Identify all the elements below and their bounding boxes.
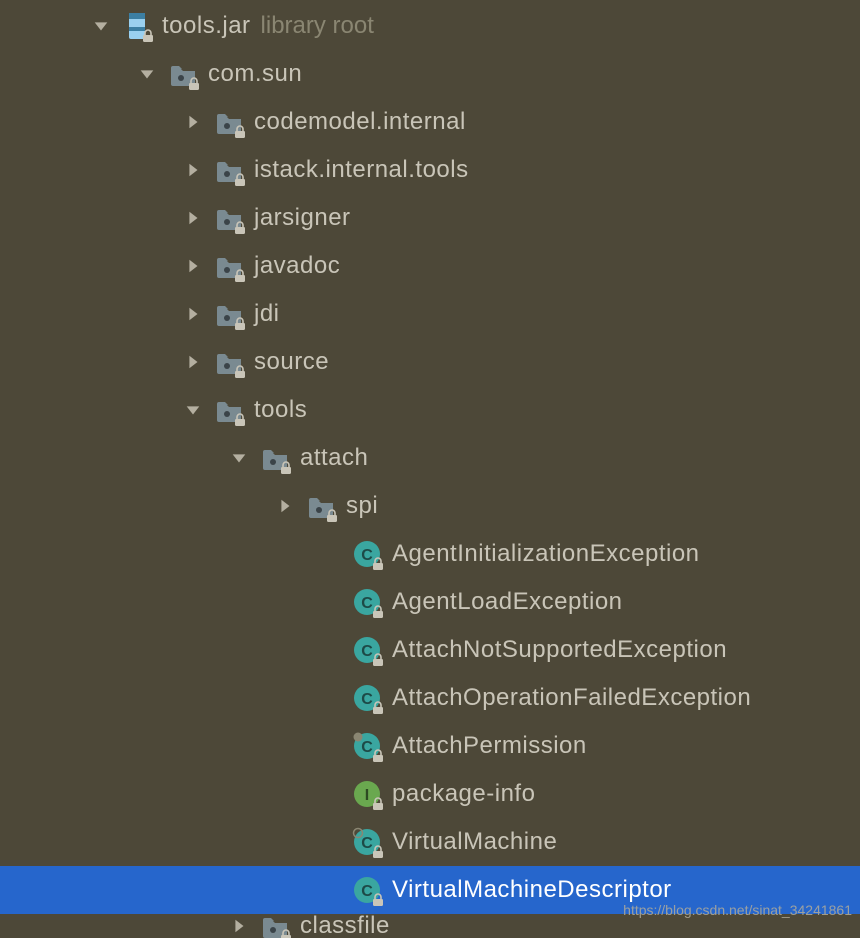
package-icon (214, 203, 244, 233)
watermark: https://blog.csdn.net/sinat_34241861 (623, 902, 852, 918)
tree-node-label: codemodel.internal (254, 108, 466, 136)
tree-node-label: jdi (254, 300, 280, 328)
package-icon (168, 59, 198, 89)
package-icon (214, 395, 244, 425)
tree-node-label: jarsigner (254, 204, 351, 232)
tree-node-suffix: library root (261, 12, 374, 40)
project-tree[interactable]: tools.jar library root com.sun codemodel.… (0, 0, 860, 938)
tree-node-label: spi (346, 492, 378, 520)
tree-node-label: istack.internal.tools (254, 156, 469, 184)
package-icon (260, 443, 290, 473)
jar-icon (122, 11, 152, 41)
tree-node-label: tools.jar (162, 12, 251, 40)
package-icon (214, 155, 244, 185)
package-icon (214, 251, 244, 281)
tree-node[interactable]: jarsigner (0, 194, 860, 242)
tree-node-label: com.sun (208, 60, 302, 88)
chevron-right-icon[interactable] (182, 111, 204, 133)
package-icon (260, 914, 290, 938)
class-final-icon: C (352, 731, 382, 761)
class-icon: C (352, 635, 382, 665)
interface-icon: I (352, 779, 382, 809)
package-icon (214, 347, 244, 377)
class-icon: C (352, 539, 382, 569)
class-abstract-icon: C (352, 827, 382, 857)
tree-node[interactable]: source (0, 338, 860, 386)
chevron-right-icon[interactable] (182, 351, 204, 373)
chevron-right-icon[interactable] (228, 915, 250, 937)
tree-node[interactable]: C VirtualMachine (0, 818, 860, 866)
tree-node-label: package-info (392, 780, 535, 808)
tree-node[interactable]: jdi (0, 290, 860, 338)
tree-node-label: AttachOperationFailedException (392, 684, 751, 712)
chevron-right-icon[interactable] (274, 495, 296, 517)
chevron-right-icon[interactable] (182, 255, 204, 277)
chevron-down-icon[interactable] (90, 15, 112, 37)
tree-node-label: AgentLoadException (392, 588, 623, 616)
tree-node[interactable]: C AttachNotSupportedException (0, 626, 860, 674)
chevron-down-icon[interactable] (136, 63, 158, 85)
svg-text:I: I (365, 787, 369, 804)
tree-node-label: AttachNotSupportedException (392, 636, 727, 664)
tree-node-label: AgentInitializationException (392, 540, 700, 568)
chevron-down-icon[interactable] (182, 399, 204, 421)
tree-node-label: tools (254, 396, 307, 424)
tree-node-label: AttachPermission (392, 732, 587, 760)
package-icon (214, 107, 244, 137)
tree-node[interactable]: attach (0, 434, 860, 482)
tree-node[interactable]: tools.jar library root (0, 2, 860, 50)
tree-node[interactable]: tools (0, 386, 860, 434)
chevron-right-icon[interactable] (182, 207, 204, 229)
package-icon (306, 491, 336, 521)
package-icon (214, 299, 244, 329)
tree-node-label: attach (300, 444, 368, 472)
chevron-right-icon[interactable] (182, 159, 204, 181)
chevron-down-icon[interactable] (228, 447, 250, 469)
tree-node[interactable]: C AttachPermission (0, 722, 860, 770)
class-icon: C (352, 875, 382, 905)
tree-node[interactable]: javadoc (0, 242, 860, 290)
tree-node-label: VirtualMachineDescriptor (392, 876, 672, 904)
tree-node[interactable]: C AttachOperationFailedException (0, 674, 860, 722)
tree-node-label: classfile (300, 914, 390, 938)
class-icon: C (352, 683, 382, 713)
class-icon: C (352, 587, 382, 617)
tree-node[interactable]: I package-info (0, 770, 860, 818)
tree-node-label: VirtualMachine (392, 828, 557, 856)
tree-node[interactable]: C AgentInitializationException (0, 530, 860, 578)
tree-node[interactable]: C AgentLoadException (0, 578, 860, 626)
tree-node[interactable]: com.sun (0, 50, 860, 98)
chevron-right-icon[interactable] (182, 303, 204, 325)
tree-node[interactable]: codemodel.internal (0, 98, 860, 146)
tree-node-label: javadoc (254, 252, 340, 280)
tree-node[interactable]: istack.internal.tools (0, 146, 860, 194)
tree-node[interactable]: spi (0, 482, 860, 530)
tree-node-label: source (254, 348, 329, 376)
